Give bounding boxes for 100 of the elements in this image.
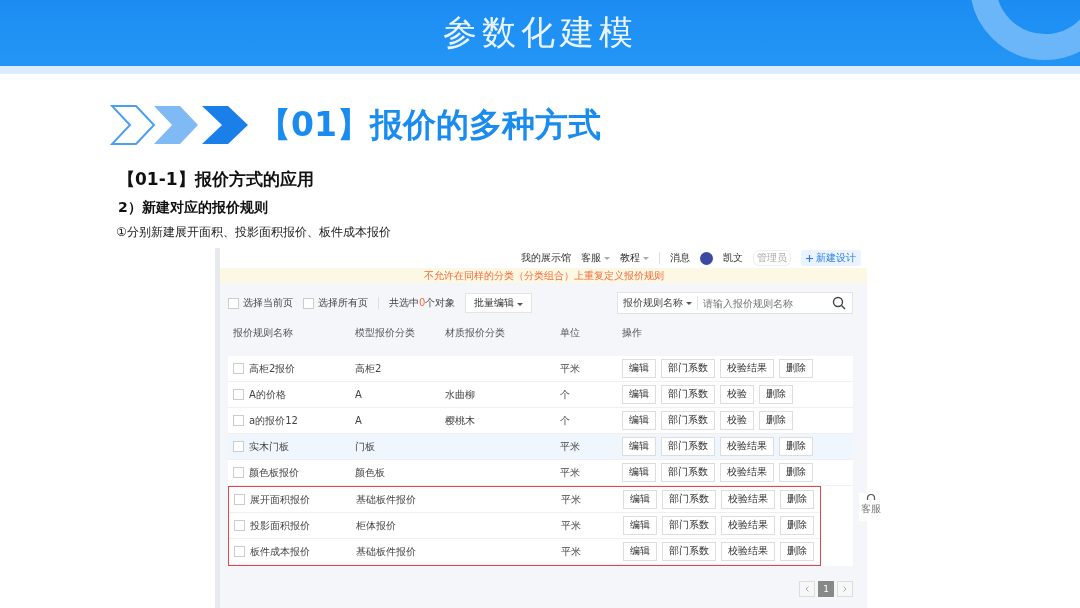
- table-cell: 水曲柳: [445, 387, 475, 402]
- table-row[interactable]: A的价格 A 水曲柳 个 编辑 部门系数 校验 删除: [228, 382, 853, 408]
- table-cell: 平米: [560, 361, 580, 376]
- table-cell: A: [355, 415, 362, 426]
- action-button[interactable]: 删除: [779, 463, 813, 482]
- action-button[interactable]: 编辑: [622, 385, 656, 404]
- action-button[interactable]: 编辑: [622, 411, 656, 430]
- table-cell: 个: [560, 387, 570, 402]
- action-button[interactable]: 部门系数: [662, 516, 716, 535]
- nav-link[interactable]: 我的展示馆: [521, 251, 571, 265]
- table-row[interactable]: a的报价12 A 樱桃木 个 编辑 部门系数 校验 删除: [228, 408, 853, 434]
- table-cell: 平米: [560, 439, 580, 454]
- headset-icon: [866, 493, 876, 502]
- checkbox[interactable]: [234, 546, 245, 557]
- action-button[interactable]: 校验结果: [720, 463, 774, 482]
- table-cell: A的价格: [249, 387, 286, 402]
- messages-link[interactable]: 消息: [670, 251, 690, 265]
- column-header: 单位: [560, 326, 581, 340]
- checkbox[interactable]: [228, 297, 239, 309]
- table-row[interactable]: 实木门板 门板 平米 编辑 部门系数 校验结果 删除: [228, 434, 853, 460]
- action-button[interactable]: 校验结果: [721, 490, 775, 509]
- table-row[interactable]: 颜色板报价 颜色板 平米 编辑 部门系数 校验结果 删除: [228, 460, 853, 486]
- action-button[interactable]: 编辑: [622, 359, 656, 378]
- action-button[interactable]: 校验结果: [721, 542, 775, 561]
- table-cell: 樱桃木: [445, 413, 475, 428]
- avatar-icon[interactable]: [700, 251, 713, 265]
- table-cell: 个: [560, 413, 570, 428]
- checkbox-label[interactable]: 选择当前页: [243, 296, 293, 310]
- action-button[interactable]: 部门系数: [662, 542, 716, 561]
- service-button[interactable]: 客服: [859, 493, 883, 521]
- action-button[interactable]: 校验结果: [720, 359, 774, 378]
- user-name: 凯文: [723, 251, 743, 265]
- column-header: 材质报价分类: [445, 326, 506, 340]
- action-button[interactable]: 删除: [759, 411, 793, 430]
- checkbox[interactable]: [234, 494, 245, 505]
- table-row[interactable]: 板件成本报价 基础板件报价 平米 编辑 部门系数 校验结果 删除: [229, 539, 820, 565]
- checkbox[interactable]: [233, 363, 244, 374]
- action-button[interactable]: 编辑: [623, 490, 657, 509]
- checkbox-label[interactable]: 选择所有页: [318, 296, 368, 310]
- chevron-left-icon: [805, 586, 809, 592]
- checkbox[interactable]: [233, 415, 244, 426]
- role-tag: 管理员: [753, 250, 791, 266]
- checkbox[interactable]: [303, 297, 314, 309]
- table-row[interactable]: 高柜2报价 高柜2 平米 编辑 部门系数 校验结果 删除: [228, 356, 853, 382]
- checkbox[interactable]: [233, 467, 244, 478]
- table-cell: 柜体报价: [356, 518, 396, 533]
- checkbox[interactable]: [233, 441, 244, 452]
- action-button[interactable]: 删除: [759, 385, 793, 404]
- action-button[interactable]: 校验: [720, 385, 754, 404]
- table-cell: 板件成本报价: [250, 544, 310, 559]
- page-button[interactable]: 1: [818, 581, 834, 597]
- action-button[interactable]: 删除: [780, 542, 814, 561]
- action-button[interactable]: 部门系数: [662, 490, 716, 509]
- column-header: 操作: [622, 326, 642, 340]
- action-button[interactable]: 删除: [780, 490, 814, 509]
- table-cell: a的报价12: [249, 413, 298, 428]
- action-button[interactable]: 校验: [720, 411, 754, 430]
- action-button[interactable]: 部门系数: [661, 411, 715, 430]
- next-page-button[interactable]: [837, 581, 853, 597]
- table-cell: 实木门板: [249, 439, 289, 454]
- action-button[interactable]: 编辑: [623, 542, 657, 561]
- table-cell: 展开面积报价: [250, 492, 310, 507]
- action-button[interactable]: 编辑: [622, 463, 656, 482]
- search-icon[interactable]: [832, 296, 846, 310]
- search-field[interactable]: 请输入报价规则名称: [698, 297, 826, 309]
- table-cell: 平米: [561, 518, 581, 533]
- table-cell: 门板: [355, 439, 375, 454]
- action-button[interactable]: 部门系数: [661, 437, 715, 456]
- nav-link[interactable]: 教程: [620, 251, 649, 265]
- table-cell: 平米: [561, 544, 581, 559]
- checkbox[interactable]: [234, 520, 245, 531]
- table-cell: 平米: [560, 465, 580, 480]
- batch-edit-button[interactable]: 批量编辑: [465, 293, 533, 313]
- action-button[interactable]: 删除: [780, 516, 814, 535]
- table-row[interactable]: 投影面积报价 柜体报价 平米 编辑 部门系数 校验结果 删除: [229, 513, 820, 539]
- column-header: 报价规则名称: [232, 326, 294, 340]
- section-title: 【01-1】报价方式的应用: [118, 168, 315, 191]
- action-button[interactable]: 部门系数: [661, 463, 715, 482]
- action-button[interactable]: 编辑: [622, 437, 656, 456]
- table-cell: 高柜2报价: [249, 361, 296, 376]
- action-button[interactable]: 部门系数: [661, 359, 715, 378]
- action-button[interactable]: 校验结果: [720, 437, 774, 456]
- action-button[interactable]: 编辑: [623, 516, 657, 535]
- table-row[interactable]: 展开面积报价 基础板件报价 平米 编辑 部门系数 校验结果 删除: [229, 487, 820, 513]
- action-button[interactable]: 部门系数: [661, 385, 715, 404]
- action-button[interactable]: 删除: [779, 437, 813, 456]
- caret-icon: [517, 303, 524, 306]
- checkbox[interactable]: [233, 389, 244, 400]
- table-cell: 基础板件报价: [356, 544, 416, 559]
- action-button[interactable]: 校验结果: [721, 516, 775, 535]
- table-cell: 投影面积报价: [250, 518, 310, 533]
- action-button[interactable]: 删除: [779, 359, 813, 378]
- nav-link[interactable]: 客服: [581, 251, 610, 265]
- table-cell: 颜色板报价: [249, 465, 299, 480]
- table-cell: 平米: [561, 492, 581, 507]
- previous-page-button[interactable]: [799, 581, 815, 597]
- search-bar[interactable]: 报价规则名称 请输入报价规则名称: [617, 292, 853, 314]
- chevrons-icon: [110, 104, 250, 146]
- new-design-button[interactable]: 新建设计: [801, 250, 861, 266]
- note-text: ①分别新建展开面积、投影面积报价、板件成本报价: [116, 224, 392, 241]
